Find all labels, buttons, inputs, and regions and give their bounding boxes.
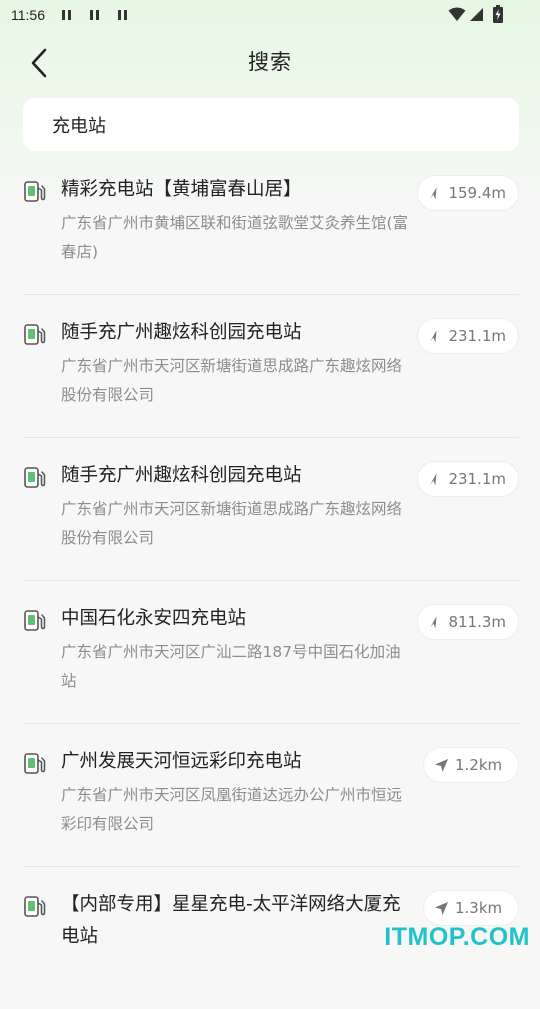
station-address: 广东省广州市天河区广汕二路187号中国石化加油站 xyxy=(61,643,401,690)
search-input-value: 充电站 xyxy=(52,115,106,137)
wifi-icon xyxy=(448,7,466,21)
list-item[interactable]: 随手充广州趣炫科创园充电站 广东省广州市天河区新塘街道思成路广东趣炫网络股份有限… xyxy=(23,295,519,438)
location-arrow-icon xyxy=(435,901,448,915)
watermark: ITMOP.COM xyxy=(384,923,530,951)
n-icon xyxy=(118,10,128,20)
charging-station-icon xyxy=(24,753,46,774)
battery-charging-icon xyxy=(493,5,503,23)
location-arrow-icon xyxy=(430,473,437,486)
result-list: 精彩充电站【黄埔富春山居】 广东省广州市黄埔区联和街道弦歌堂艾灸养生馆(富春店)… xyxy=(0,152,540,1009)
app-bar: 搜索 xyxy=(0,32,540,92)
charging-station-icon xyxy=(24,896,46,917)
location-arrow-icon xyxy=(430,616,437,629)
station-name: 随手充广州趣炫科创园充电站 xyxy=(61,465,302,486)
distance-text: 231.1m xyxy=(448,470,506,488)
station-address: 广东省广州市黄埔区联和街道弦歌堂艾灸养生馆(富春店) xyxy=(61,214,409,261)
page-title: 搜索 xyxy=(248,50,292,74)
list-item[interactable]: 随手充广州趣炫科创园充电站 广东省广州市天河区新塘街道思成路广东趣炫网络股份有限… xyxy=(23,438,519,581)
distance-badge: 231.1m xyxy=(417,461,519,497)
distance-badge: 1.3km xyxy=(423,890,519,926)
station-address: 广东省广州市天河区新塘街道思成路广东趣炫网络股份有限公司 xyxy=(61,357,403,404)
status-bar: 11:56 xyxy=(0,0,540,32)
station-name: 精彩充电站【黄埔富春山居】 xyxy=(61,179,302,200)
distance-badge: 1.2km xyxy=(423,747,519,783)
signal-icon xyxy=(470,8,483,21)
distance-text: 1.3km xyxy=(455,899,503,917)
list-item[interactable]: 广州发展天河恒远彩印充电站 广东省广州市天河区凤凰街道达远办公广州市恒远彩印有限… xyxy=(23,724,519,867)
distance-text: 811.3m xyxy=(448,613,506,631)
location-arrow-icon xyxy=(430,187,437,200)
station-name: 随手充广州趣炫科创园充电站 xyxy=(61,322,302,343)
status-time: 11:56 xyxy=(11,7,45,23)
location-arrow-icon xyxy=(430,330,437,343)
list-item[interactable]: 精彩充电站【黄埔富春山居】 广东省广州市黄埔区联和街道弦歌堂艾灸养生馆(富春店)… xyxy=(23,152,519,295)
distance-badge: 159.4m xyxy=(417,175,519,211)
charging-station-icon xyxy=(24,467,46,488)
station-address: 广东省广州市天河区凤凰街道达远办公广州市恒远彩印有限公司 xyxy=(61,786,403,833)
distance-badge: 811.3m xyxy=(417,604,519,640)
search-input[interactable]: 充电站 xyxy=(23,98,519,151)
distance-badge: 231.1m xyxy=(417,318,519,354)
n-icon xyxy=(62,10,72,20)
station-name: 【内部专用】星星充电-太平洋网络大厦充电站 xyxy=(61,894,401,947)
station-name: 广州发展天河恒远彩印充电站 xyxy=(61,751,302,772)
distance-text: 1.2km xyxy=(455,756,503,774)
n-icon xyxy=(90,10,100,20)
station-address: 广东省广州市天河区新塘街道思成路广东趣炫网络股份有限公司 xyxy=(61,500,403,547)
location-arrow-icon xyxy=(435,758,448,772)
distance-text: 231.1m xyxy=(448,327,506,345)
station-name: 中国石化永安四充电站 xyxy=(61,608,247,629)
charging-station-icon xyxy=(24,324,46,345)
charging-station-icon xyxy=(24,610,46,631)
list-item[interactable]: 中国石化永安四充电站 广东省广州市天河区广汕二路187号中国石化加油站 811.… xyxy=(23,581,519,724)
charging-station-icon xyxy=(24,181,46,202)
distance-text: 159.4m xyxy=(448,184,506,202)
